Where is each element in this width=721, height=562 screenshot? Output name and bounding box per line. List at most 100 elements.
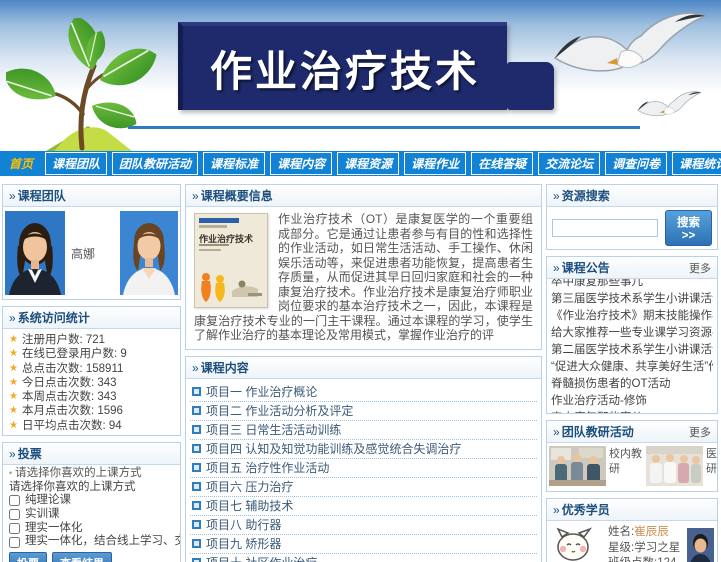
nav-item[interactable]: 课程资源 <box>337 152 400 175</box>
student-points-row: 班级点数:124 <box>608 556 685 562</box>
nav-item[interactable]: 课程标准 <box>203 152 266 175</box>
announcement-item[interactable]: 卒中康复那些事儿 <box>551 279 713 291</box>
resource-search-input[interactable] <box>552 219 658 237</box>
book-logo <box>199 218 239 228</box>
course-content-item[interactable]: 项目二 作业活动分析及评定 <box>190 402 537 421</box>
announcements-more-link[interactable]: 更多 <box>689 260 711 276</box>
course-content-item[interactable]: 项目一 作业治疗概论 <box>190 383 537 402</box>
square-bullet-icon <box>192 444 201 453</box>
poll-option-label: 纯理论课 <box>25 494 71 507</box>
student-star-label: 星级: <box>608 541 635 554</box>
poll-option-checkbox[interactable] <box>9 509 20 521</box>
announcement-item[interactable]: 卒中康复那些事儿 <box>551 410 713 413</box>
teacher-photo <box>120 211 178 295</box>
stat-item: ★ 本周点击次数: 343 <box>9 390 174 404</box>
visit-stats-title: 系统访问统计 <box>9 309 90 326</box>
announcement-item[interactable]: 脊髓损伤患者的OT活动 <box>551 376 713 393</box>
course-content-item[interactable]: 项目六 压力治疗 <box>190 478 537 497</box>
course-content-item[interactable]: 项目十 社区作业治疗 <box>190 554 537 562</box>
activity-photo[interactable] <box>549 446 606 486</box>
search-button[interactable]: 搜索 >> <box>665 210 712 246</box>
star-icon: ★ <box>9 419 18 431</box>
star-icon: ★ <box>9 334 18 345</box>
plant-image <box>4 15 164 151</box>
course-content-item-label: 项目七 辅助技术 <box>206 499 294 513</box>
square-bullet-icon <box>192 387 201 396</box>
poll-topic-link[interactable]: 请选择你喜欢的上课方式 <box>9 467 174 481</box>
activity-caption: 校内教研 <box>609 448 642 475</box>
star-icon: ★ <box>9 391 18 403</box>
stat-item: ★ 今日点击次数: 343 <box>9 376 174 390</box>
course-team-header: 课程团队 <box>3 185 180 207</box>
student-name-label: 姓名: <box>608 526 635 538</box>
poll-option-checkbox[interactable] <box>9 536 20 548</box>
announcement-item[interactable]: 《作业治疗技术》期末技能操作考试通知！ <box>551 308 713 325</box>
banner: 作业治疗技术 <box>0 0 721 151</box>
star-icon: ★ <box>9 376 18 388</box>
course-content-item[interactable]: 项目七 辅助技术 <box>190 497 537 516</box>
poll-option-label: 实训课 <box>25 507 60 520</box>
nav-item[interactable]: 在线答疑 <box>471 152 534 175</box>
right-column: 资源搜索 搜索 >> 课程公告 更多 卒中康复那些事儿 <box>546 184 718 562</box>
poll-option: 理实一体化 <box>9 522 174 536</box>
resource-search-body: 搜索 >> <box>547 207 717 249</box>
announcement-item[interactable]: 第二届医学技术系学生小讲课活动开始了！... <box>551 342 713 359</box>
course-content-item-label: 项目六 压力治疗 <box>206 480 294 494</box>
nav-item[interactable]: 团队教研活动 <box>112 152 199 175</box>
nav-item[interactable]: 课程作业 <box>404 152 467 175</box>
student-points-value: 124 <box>657 557 676 562</box>
team-activities-header: 团队教研活动 更多 <box>547 421 717 443</box>
excellent-students-header: 优秀学员 <box>547 499 717 521</box>
course-content-item[interactable]: 项目五 治疗性作业活动 <box>190 459 537 478</box>
stat-text: 今日点击次数: 343 <box>21 376 117 389</box>
announcement-item[interactable]: 作业治疗活动-修饰 <box>551 393 713 410</box>
stat-text: 日平均点击次数: 94 <box>21 419 122 432</box>
course-content-item-label: 项目三 日常生活活动训练 <box>206 423 342 437</box>
announcement-item[interactable]: 给大家推荐一些专业课学习资源-智慧职教... <box>551 325 713 342</box>
page: 作业治疗技术 首页 课程团队 团队教研活动 课程标准 课程内容 课程资源 课程作… <box>0 0 721 562</box>
stats-list: ★ 注册用户数: 721 ★ 在线已登录用户数: 9 ★ 总点击次数: 1589… <box>3 329 180 435</box>
banner-divider-line <box>128 126 640 129</box>
nav-item[interactable]: 调查问卷 <box>605 152 668 175</box>
star-icon: ★ <box>9 362 18 374</box>
course-content-item[interactable]: 项目四 认知及知觉功能训练及感觉统合失调治疗 <box>190 440 537 459</box>
teacher-photo <box>5 211 65 295</box>
view-results-button[interactable]: 查看结果 <box>52 552 112 562</box>
poll-header: 投票 <box>3 443 180 466</box>
square-bullet-icon <box>192 406 201 415</box>
nav-item[interactable]: 课程团队 <box>45 152 108 175</box>
poll-option-checkbox[interactable] <box>9 495 20 507</box>
student-star-value: 学习之星 <box>634 541 681 554</box>
announcement-item[interactable]: “促进大众健康、共享美好生活”作业治疗... <box>551 359 713 376</box>
poll-body: 请选择你喜欢的上课方式 请选择你喜欢的上课方式 纯理论课 实训 <box>3 465 180 562</box>
course-content-item[interactable]: 项目八 助行器 <box>190 516 537 535</box>
student-star-row: 星级:学习之星 <box>608 541 685 557</box>
vote-button[interactable]: 投票 <box>9 552 47 562</box>
activity-caption: 医院教研 <box>706 448 717 475</box>
nav-item[interactable]: 首页 <box>2 152 40 175</box>
announcements-title: 课程公告 <box>553 259 610 276</box>
stat-text: 本周点击次数: 343 <box>21 391 117 404</box>
seagulls-image <box>553 0 721 135</box>
square-bullet-icon <box>192 425 201 434</box>
stat-text: 总点击次数: 158911 <box>21 362 124 375</box>
team-activities-more-link[interactable]: 更多 <box>689 424 711 440</box>
course-content-item[interactable]: 项目三 日常生活活动训练 <box>190 421 537 440</box>
course-summary-title: 课程概要信息 <box>192 187 273 204</box>
poll-option: 纯理论课 <box>9 494 174 508</box>
student-name-value: 崔辰辰 <box>634 526 669 538</box>
excellent-student-info: 姓名:崔辰辰 星级:学习之星 班级点数:124 <box>608 525 685 562</box>
excellent-student-row: 姓名:崔辰辰 星级:学习之星 班级点数:124 <box>547 521 717 562</box>
nav-item[interactable]: 课程统计 <box>672 152 721 175</box>
resource-search-header: 资源搜索 <box>547 185 717 207</box>
announcement-item[interactable]: 第三届医学技术系学生小讲课活动开始了！... <box>551 291 713 308</box>
activity-photo[interactable] <box>646 446 703 486</box>
poll-option-checkbox[interactable] <box>9 523 20 535</box>
team-activities-title: 团队教研活动 <box>553 423 634 440</box>
course-content-item[interactable]: 项目九 矫形器 <box>190 535 537 554</box>
course-content-item-label: 项目九 矫形器 <box>206 537 282 551</box>
panel-announcements: 课程公告 更多 卒中康复那些事儿 第三届医学技术系学生小讲课活动开始了！... … <box>546 256 718 414</box>
star-icon: ★ <box>9 348 18 360</box>
nav-item[interactable]: 课程内容 <box>270 152 333 175</box>
nav-item[interactable]: 交流论坛 <box>538 152 601 175</box>
